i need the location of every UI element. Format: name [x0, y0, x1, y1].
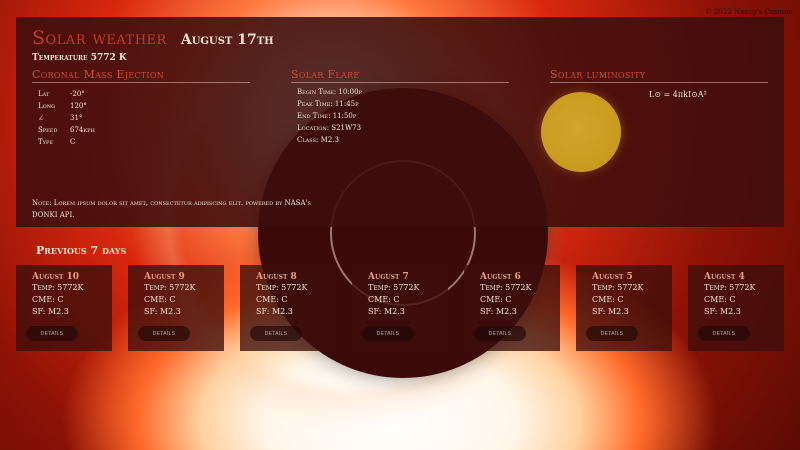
header: Solar weather August 17th: [32, 27, 274, 49]
day-card: August 8 Temp: 5772K CME: C SF: M2.3 DET…: [240, 265, 336, 351]
table-row: Long 120°: [38, 100, 95, 112]
table-row: Speed 674kph: [38, 124, 95, 136]
list-item: Begin Time: 10:00p: [297, 88, 362, 96]
day-card: August 10 Temp: 5772K CME: C SF: M2.3 DE…: [16, 265, 112, 351]
table-row: ∠ 31°: [38, 112, 95, 124]
day-card-temp: Temp: 5772K: [592, 283, 644, 292]
day-card-date: August 6: [480, 272, 521, 282]
list-item: Class: M2.3: [297, 136, 339, 144]
day-card-sf: SF: M2.3: [704, 307, 741, 316]
cme-value: 31°: [70, 113, 83, 122]
current-weather-panel: Solar weather August 17th Temperature 57…: [16, 17, 784, 227]
solar-flare-heading: Solar Flare: [291, 68, 509, 83]
day-card: August 7 Temp: 5772K CME: C SF: M2.3 DET…: [352, 265, 448, 351]
day-card-sf: SF: M2.3: [32, 307, 69, 316]
details-button[interactable]: DETAILS: [474, 326, 526, 341]
cme-key: ∠: [38, 113, 44, 122]
solar-flare-section: Solar Flare Begin Time: 10:00p Peak Time…: [291, 68, 509, 148]
day-card: August 9 Temp: 5772K CME: C SF: M2.3 DET…: [128, 265, 224, 351]
luminosity-formula: L⊙ = 4πkI⊙A²: [649, 90, 707, 99]
day-card-cme: CME: C: [480, 295, 512, 304]
day-card-temp: Temp: 5772K: [704, 283, 756, 292]
sun-disc-image: [541, 92, 621, 172]
cme-value: C: [70, 137, 76, 146]
previous-days-heading: Previous 7 days: [36, 244, 127, 257]
day-card-cme: CME: C: [256, 295, 288, 304]
solar-luminosity-heading: Solar luminosity: [550, 68, 768, 83]
cme-value: 674kph: [70, 125, 95, 134]
day-card-temp: Temp: 5772K: [368, 283, 420, 292]
list-item: Location: S21W73: [297, 124, 362, 132]
day-card: August 5 Temp: 5772K CME: C SF: M2.3 DET…: [576, 265, 672, 351]
cme-key: Speed: [38, 125, 58, 134]
day-card-sf: SF: M2.3: [144, 307, 181, 316]
list-item: Peak Time: 11:45p: [297, 100, 359, 108]
day-card-cme: CME: C: [592, 295, 624, 304]
current-date: August 17th: [180, 32, 274, 48]
day-card-date: August 10: [32, 272, 80, 282]
cme-heading: Coronal Mass Ejection: [32, 68, 250, 83]
day-card-temp: Temp: 5772K: [256, 283, 308, 292]
day-card-cme: CME: C: [144, 295, 176, 304]
day-card-sf: SF: M2.3: [256, 307, 293, 316]
day-card-cme: CME: C: [704, 295, 736, 304]
table-row: Lat -20°: [38, 88, 95, 100]
cme-key: Long: [38, 101, 56, 110]
table-row: Type C: [38, 136, 95, 148]
cme-value: -20°: [70, 89, 85, 98]
details-button[interactable]: DETAILS: [250, 326, 302, 341]
cme-table: Lat -20° Long 120° ∠ 31° Speed 674kph Type C: [38, 88, 95, 148]
api-note: Note: Lorem ipsum dolor sit amet, consec…: [32, 199, 311, 219]
details-button[interactable]: DETAILS: [698, 326, 750, 341]
day-card-temp: Temp: 5772K: [32, 283, 84, 292]
day-card-date: August 7: [368, 272, 409, 282]
page-title: Solar weather: [32, 27, 167, 49]
flare-list: Begin Time: 10:00p Peak Time: 11:45p End…: [297, 88, 509, 148]
day-card-sf: SF: M2.3: [592, 307, 629, 316]
details-button[interactable]: DETAILS: [26, 326, 78, 341]
day-card-cme: CME: C: [32, 295, 64, 304]
details-button[interactable]: DETAILS: [586, 326, 638, 341]
copyright-text: © 2022 Nancy's Cosmos: [704, 8, 792, 16]
day-card-sf: SF: M2.3: [480, 307, 517, 316]
day-card-date: August 5: [592, 272, 633, 282]
day-card-date: August 4: [704, 272, 745, 282]
day-card-cme: CME: C: [368, 295, 400, 304]
details-button[interactable]: DETAILS: [362, 326, 414, 341]
day-card-date: August 8: [256, 272, 297, 282]
temperature-readout: Temperature 5772 K: [32, 53, 127, 63]
day-card-temp: Temp: 5772K: [144, 283, 196, 292]
cme-key: Lat: [38, 89, 50, 98]
cme-key: Type: [38, 137, 53, 146]
day-card-date: August 9: [144, 272, 185, 282]
day-card: August 6 Temp: 5772K CME: C SF: M2.3 DET…: [464, 265, 560, 351]
details-button[interactable]: DETAILS: [138, 326, 190, 341]
day-card-temp: Temp: 5772K: [480, 283, 532, 292]
cme-value: 120°: [70, 101, 87, 110]
cme-section: Coronal Mass Ejection Lat -20° Long 120° ∠…: [32, 68, 250, 148]
day-card: August 4 Temp: 5772K CME: C SF: M2.3 DET…: [688, 265, 784, 351]
list-item: End Time: 11:50p: [297, 112, 357, 120]
day-card-sf: SF: M2.3: [368, 307, 405, 316]
solar-luminosity-section: Solar luminosity: [550, 68, 768, 83]
